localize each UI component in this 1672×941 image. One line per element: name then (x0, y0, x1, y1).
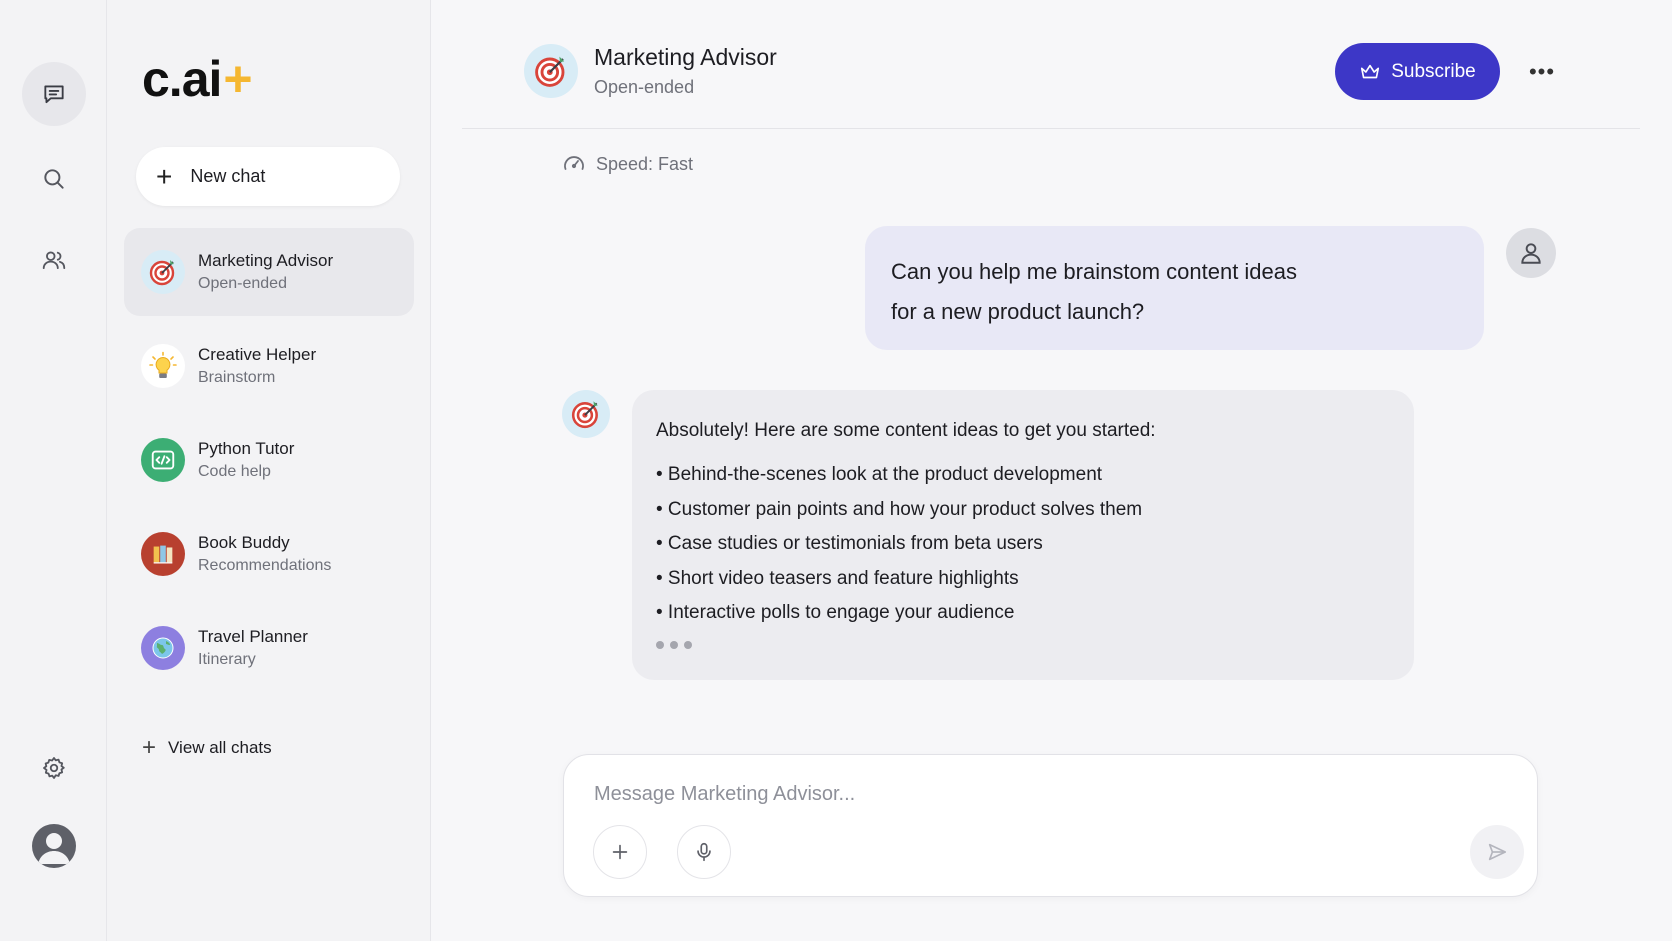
speedometer-icon (564, 156, 584, 170)
microphone-icon (697, 842, 711, 862)
speed-indicator[interactable]: Speed: Fast (562, 152, 693, 176)
chat-subtitle: Open-ended (198, 275, 287, 292)
chat-bubble-icon (44, 85, 64, 104)
user-avatar[interactable] (1506, 228, 1556, 278)
users-icon (42, 251, 66, 270)
idea-list: • Behind-the-scenes look at the product … (656, 458, 1390, 631)
view-all-chats-link[interactable]: + View all chats (142, 736, 272, 760)
logo-text: c.ai (142, 51, 222, 107)
chat-main: Marketing Advisor Open-ended Subscribe •… (432, 0, 1672, 941)
chat-subtitle: Itinerary (198, 651, 256, 668)
lightbulb-icon (141, 344, 185, 388)
target-icon (141, 250, 185, 294)
chat-item-travel-planner[interactable]: Travel Planner Itinerary (124, 604, 414, 692)
chat-item-marketing-advisor[interactable]: Marketing Advisor Open-ended (124, 228, 414, 316)
user-icon (1521, 243, 1541, 264)
send-button[interactable] (1470, 825, 1524, 879)
chat-subtitle: Brainstorm (198, 369, 276, 386)
idea-list-item: • Short video teasers and feature highli… (656, 567, 1019, 589)
avatar-icon (38, 833, 70, 864)
page-title: Marketing Advisor (594, 44, 777, 70)
bot-message-intro: Absolutely! Here are some content ideas … (656, 420, 1156, 441)
code-icon (141, 438, 185, 482)
idea-list-item: • Customer pain points and how your prod… (656, 498, 1143, 520)
rail-search-button[interactable] (22, 147, 86, 211)
profile-avatar[interactable] (32, 824, 76, 868)
attach-button[interactable] (593, 825, 647, 879)
more-options-button[interactable]: ••• (1522, 52, 1562, 92)
chat-item-python-tutor[interactable]: Python Tutor Code help (124, 416, 414, 504)
target-icon (571, 401, 598, 429)
books-icon (141, 532, 185, 576)
user-message: Can you help me brainstom content ideas … (865, 226, 1484, 350)
chat-name: Travel Planner (198, 627, 308, 646)
globe-icon (141, 626, 185, 670)
plus-icon: + (156, 160, 173, 192)
target-icon (535, 56, 565, 87)
crown-icon (1361, 64, 1380, 78)
idea-list-item: • Interactive polls to engage your audie… (656, 602, 1015, 623)
subscribe-label: Subscribe (1391, 60, 1476, 82)
plus-icon (612, 844, 628, 860)
idea-list-item: • Behind-the-scenes look at the product … (656, 464, 1103, 485)
message-text-line: for a new product launch? (891, 299, 1145, 324)
rail-community-button[interactable] (22, 228, 86, 292)
nav-rail (0, 0, 107, 941)
message-input[interactable] (594, 777, 1474, 811)
chat-name: Book Buddy (198, 533, 290, 552)
character-avatar[interactable] (524, 44, 578, 98)
bot-avatar[interactable] (562, 390, 610, 438)
chat-item-creative-helper[interactable]: Creative Helper Brainstorm (124, 322, 414, 410)
chat-name: Creative Helper (198, 345, 317, 364)
app-logo[interactable]: c.ai+ (142, 50, 253, 108)
chat-sidebar: c.ai+ + New chat Marketing Advisor Open-… (107, 0, 431, 941)
chat-item-book-buddy[interactable]: Book Buddy Recommendations (124, 510, 414, 598)
search-icon (44, 169, 64, 189)
speed-label: Speed: Fast (596, 153, 694, 174)
typing-indicator (656, 640, 1390, 649)
voice-input-button[interactable] (677, 825, 731, 879)
bot-message: Absolutely! Here are some content ideas … (632, 390, 1414, 680)
chat-name: Marketing Advisor (198, 251, 334, 270)
page-subtitle: Open-ended (594, 77, 695, 97)
rail-settings-button[interactable] (22, 736, 86, 800)
chat-subtitle: Recommendations (198, 557, 332, 574)
message-composer (563, 754, 1538, 897)
logo-plus: + (223, 51, 252, 107)
more-icon: ••• (1528, 59, 1556, 84)
subscribe-button[interactable]: Subscribe (1335, 43, 1500, 100)
message-text-line: Can you help me brainstom content ideas (891, 259, 1298, 284)
chat-subtitle: Code help (198, 463, 271, 480)
view-all-label: View all chats (168, 738, 272, 757)
chat-name: Python Tutor (198, 439, 295, 458)
new-chat-button[interactable]: + New chat (136, 147, 400, 206)
idea-list-item: • Case studies or testimonials from beta… (656, 533, 1043, 554)
send-icon (1488, 843, 1507, 861)
rail-chats-button[interactable] (22, 62, 86, 126)
plus-icon: + (142, 734, 157, 761)
new-chat-label: New chat (190, 166, 266, 186)
gear-icon (43, 757, 65, 779)
chat-header: Marketing Advisor Open-ended Subscribe •… (462, 0, 1640, 129)
